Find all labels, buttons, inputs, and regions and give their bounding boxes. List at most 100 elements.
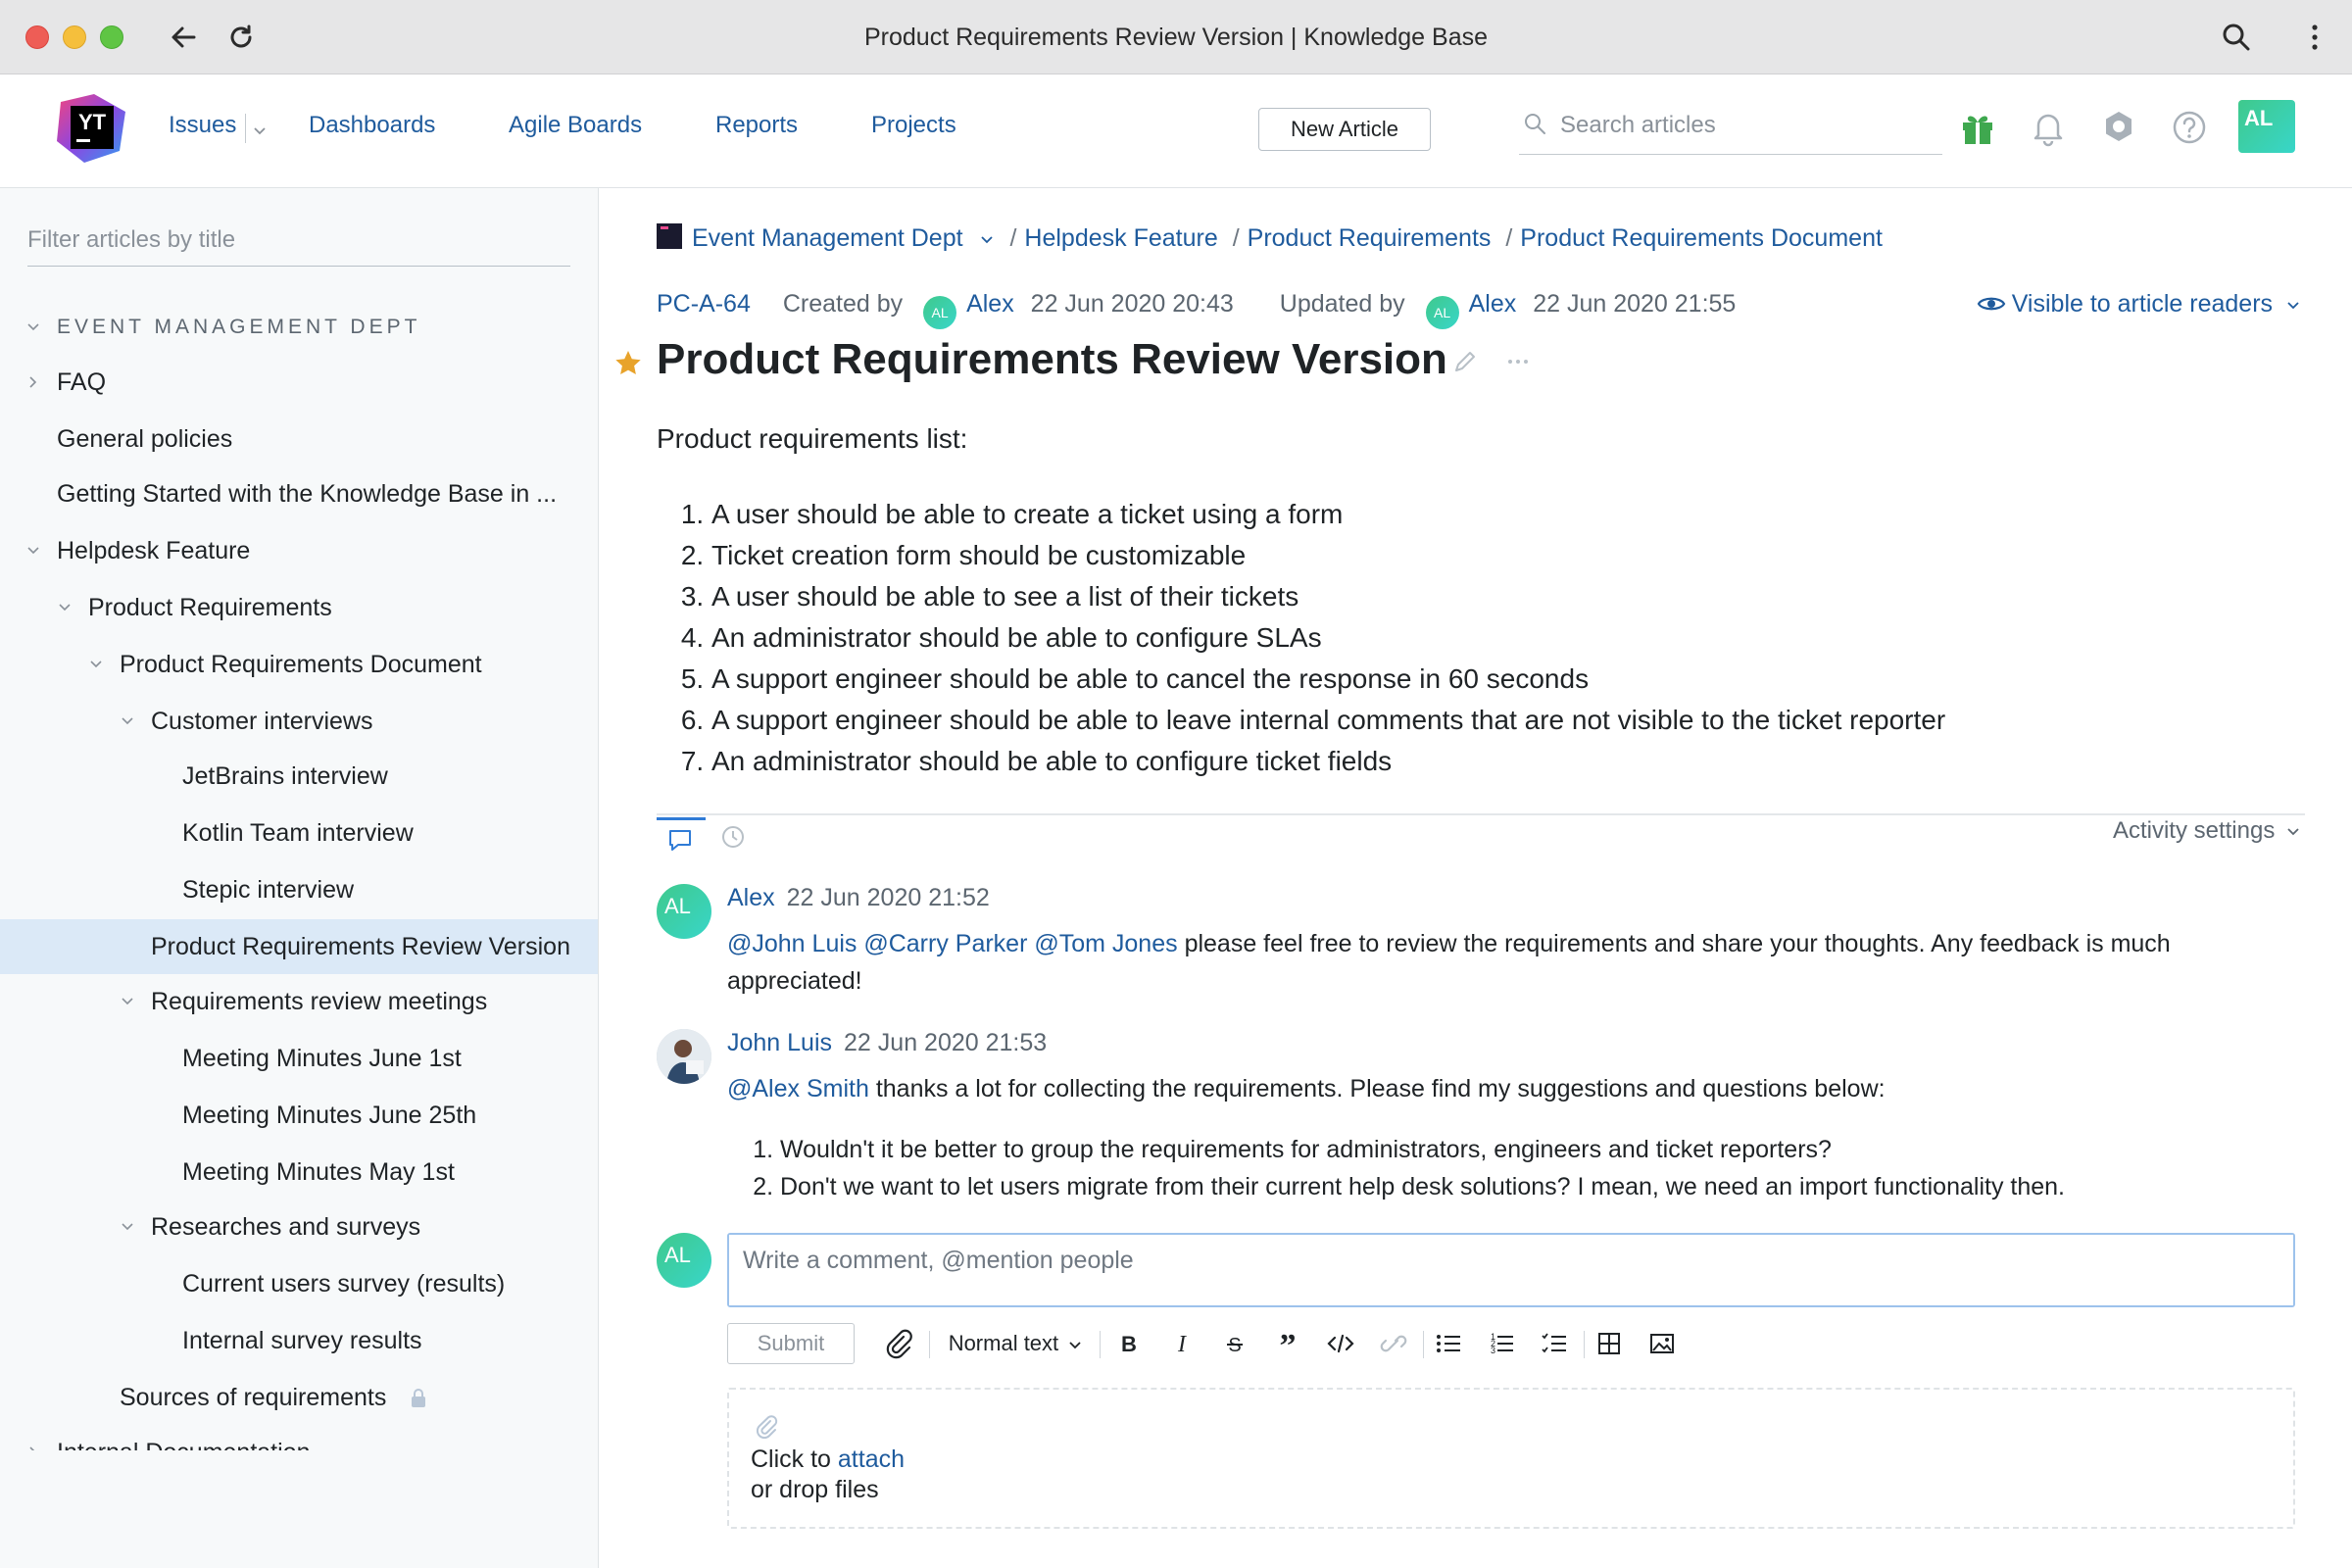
- sidebar-item-sources-of-requirements[interactable]: Sources of requirements: [0, 1370, 598, 1425]
- chevron-down-icon: [122, 998, 133, 1005]
- history-icon: [722, 826, 744, 848]
- sidebar-item-label: Getting Started with the Knowledge Base …: [57, 480, 558, 508]
- sidebar-item-internal-survey-results[interactable]: Internal survey results: [0, 1313, 598, 1368]
- sidebar-item-label: Product Requirements Document: [120, 651, 482, 678]
- breadcrumb-item[interactable]: Event Management Dept: [692, 224, 963, 252]
- list-item: An administrator should be able to confi…: [711, 741, 2303, 782]
- sidebar-item-customer-interviews[interactable]: Customer interviews: [0, 694, 598, 749]
- checklist-icon[interactable]: [1535, 1323, 1574, 1364]
- sidebar-item-meeting-may-1st[interactable]: Meeting Minutes May 1st: [0, 1145, 598, 1200]
- edit-pencil-icon[interactable]: [1450, 347, 1480, 376]
- sidebar-item-researches-and-surveys[interactable]: Researches and surveys: [0, 1200, 598, 1254]
- sidebar-item-helpdesk-feature[interactable]: Helpdesk Feature: [0, 523, 598, 578]
- breadcrumb-item[interactable]: Product Requirements Document: [1520, 224, 1883, 252]
- sidebar-item-general-policies[interactable]: General policies: [0, 412, 598, 466]
- gift-icon[interactable]: [1956, 106, 1999, 149]
- text-style-dropdown[interactable]: Normal text: [937, 1323, 1094, 1364]
- sidebar-item-stepic-interview[interactable]: Stepic interview: [0, 862, 598, 917]
- sidebar-item-jetbrains-interview[interactable]: JetBrains interview: [0, 749, 598, 804]
- submit-button[interactable]: Submit: [727, 1323, 855, 1364]
- star-icon[interactable]: [613, 349, 643, 378]
- new-article-button[interactable]: New Article: [1258, 108, 1431, 151]
- user-avatar[interactable]: AL: [2238, 100, 2295, 153]
- visibility-selector[interactable]: Visible to article readers: [1977, 290, 2301, 318]
- comment-editor: [727, 1233, 2295, 1307]
- sidebar-item-faq[interactable]: FAQ: [0, 355, 598, 410]
- chevron-down-icon[interactable]: [251, 122, 269, 139]
- link-icon[interactable]: [1374, 1323, 1413, 1364]
- nav-agile-boards[interactable]: Agile Boards: [509, 112, 642, 139]
- paperclip-icon[interactable]: [880, 1323, 915, 1364]
- browser-titlebar: Product Requirements Review Version | Kn…: [0, 0, 2352, 74]
- comment-author[interactable]: Alex: [727, 884, 775, 911]
- sidebar-item-requirements-review-meetings[interactable]: Requirements review meetings: [0, 974, 598, 1029]
- nav-projects[interactable]: Projects: [871, 112, 956, 139]
- created-by-label: Created by: [782, 290, 904, 318]
- app-header: YT Issues Dashboards Agile Boards Report…: [0, 74, 2352, 188]
- nav-dashboards[interactable]: Dashboards: [309, 112, 435, 139]
- attachment-dropzone[interactable]: Click to attach or drop files: [727, 1388, 2295, 1529]
- lock-icon: [412, 1389, 425, 1407]
- attach-link[interactable]: attach: [838, 1446, 905, 1473]
- search-icon[interactable]: [2217, 18, 2256, 57]
- nav-issues[interactable]: Issues: [169, 112, 236, 139]
- quote-icon[interactable]: ”: [1268, 1323, 1307, 1364]
- article-id[interactable]: PC-A-64: [657, 290, 751, 318]
- back-arrow-icon[interactable]: [165, 18, 204, 57]
- window-close-button[interactable]: [25, 25, 49, 49]
- youtrack-logo[interactable]: YT: [55, 92, 127, 165]
- bell-icon[interactable]: [2027, 106, 2070, 149]
- settings-gear-icon[interactable]: [2097, 106, 2140, 149]
- window-zoom-button[interactable]: [100, 25, 123, 49]
- sidebar-item-internal-documentation[interactable]: Internal Documentation: [0, 1425, 598, 1450]
- more-vertical-icon[interactable]: [2295, 18, 2334, 57]
- list-item: An administrator should be able to confi…: [711, 617, 2303, 659]
- bullet-list-icon[interactable]: [1429, 1323, 1468, 1364]
- strikethrough-icon[interactable]: S: [1215, 1323, 1254, 1364]
- tab-history[interactable]: [710, 817, 759, 857]
- sidebar-group-event-management[interactable]: EVENT MANAGEMENT DEPT: [0, 300, 598, 355]
- svg-text:I: I: [1177, 1332, 1187, 1357]
- bold-icon[interactable]: B: [1109, 1323, 1149, 1364]
- help-icon[interactable]: [2168, 106, 2211, 149]
- activity-settings[interactable]: Activity settings: [2113, 817, 2301, 845]
- created-by-author[interactable]: Alex: [966, 290, 1014, 318]
- sidebar-item-product-requirements[interactable]: Product Requirements: [0, 580, 598, 635]
- filter-input[interactable]: [27, 218, 570, 263]
- table-icon[interactable]: [1590, 1323, 1629, 1364]
- avatar[interactable]: AL: [657, 884, 711, 939]
- window-minimize-button[interactable]: [63, 25, 86, 49]
- tab-comments[interactable]: [657, 817, 706, 857]
- breadcrumb-item[interactable]: Helpdesk Feature: [1024, 224, 1217, 252]
- sidebar-item-meeting-june-25th[interactable]: Meeting Minutes June 25th: [0, 1088, 598, 1143]
- list-item: A support engineer should be able to lea…: [711, 700, 2303, 741]
- article-content: Product requirements list: A user should…: [657, 423, 2303, 782]
- sidebar-item-review-version[interactable]: Product Requirements Review Version: [0, 919, 598, 974]
- sidebar-item-current-users-survey[interactable]: Current users survey (results): [0, 1256, 598, 1311]
- avatar[interactable]: [657, 1029, 711, 1084]
- sidebar-item-kotlin-team-interview[interactable]: Kotlin Team interview: [0, 806, 598, 860]
- activity-settings-label: Activity settings: [2112, 817, 2276, 844]
- search-input[interactable]: [1560, 106, 1933, 145]
- updated-by-author[interactable]: Alex: [1469, 290, 1517, 318]
- numbered-list-icon[interactable]: 123: [1482, 1323, 1521, 1364]
- sidebar-item-label: Product Requirements: [88, 594, 332, 621]
- sidebar-item-getting-started[interactable]: Getting Started with the Knowledge Base …: [0, 466, 598, 521]
- comment: John Luis 22 Jun 2020 21:53 @Alex Smith t…: [657, 1029, 2303, 1225]
- sidebar-item-meeting-june-1st[interactable]: Meeting Minutes June 1st: [0, 1031, 598, 1086]
- more-horizontal-icon[interactable]: [1503, 347, 1533, 376]
- reload-icon[interactable]: [221, 18, 261, 57]
- italic-icon[interactable]: I: [1162, 1323, 1201, 1364]
- chevron-right-icon: [29, 1446, 35, 1450]
- comment-mentions[interactable]: @John Luis @Carry Parker @Tom Jones: [727, 930, 1178, 957]
- visibility-label: Visible to article readers: [2011, 290, 2274, 318]
- comment-mentions[interactable]: @Alex Smith: [727, 1075, 869, 1102]
- breadcrumb-item[interactable]: Product Requirements: [1248, 224, 1492, 252]
- chevron-down-icon[interactable]: [978, 230, 996, 248]
- sidebar-item-product-requirements-document[interactable]: Product Requirements Document: [0, 637, 598, 692]
- code-icon[interactable]: [1321, 1323, 1360, 1364]
- comment-input[interactable]: [729, 1235, 2293, 1305]
- nav-reports[interactable]: Reports: [715, 112, 798, 139]
- image-icon[interactable]: [1642, 1323, 1682, 1364]
- comment-author[interactable]: John Luis: [727, 1029, 832, 1056]
